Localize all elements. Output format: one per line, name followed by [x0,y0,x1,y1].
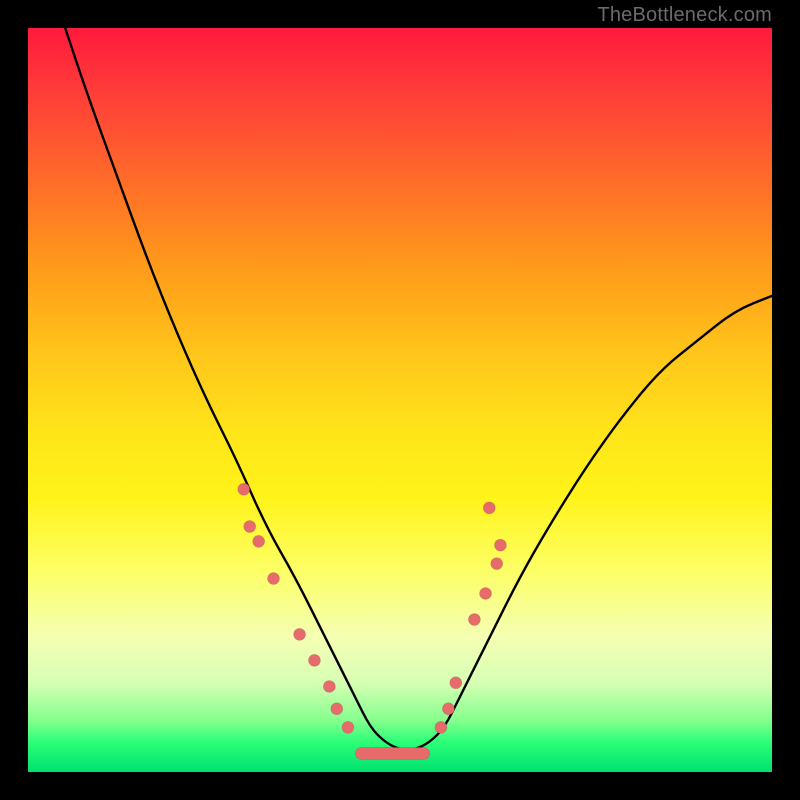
marker-flat-bar [355,747,429,759]
marker-dot [323,680,335,692]
marker-dot [268,573,280,585]
marker-dot [342,721,354,733]
marker-dots-group [238,483,507,733]
chart-plot-area [28,28,772,772]
marker-dot [244,520,256,532]
attribution-text: TheBottleneck.com [597,4,772,27]
marker-dot [294,628,306,640]
marker-dot [442,703,454,715]
marker-dot [308,654,320,666]
bottleneck-curve [65,28,772,750]
marker-dot [480,587,492,599]
marker-dot [491,558,503,570]
marker-dot [331,703,343,715]
chart-svg [28,28,772,772]
marker-dot [450,677,462,689]
marker-dot [253,535,265,547]
marker-dot [468,613,480,625]
marker-dot [238,483,250,495]
marker-dot [435,721,447,733]
marker-dot [483,502,495,514]
marker-dot [494,539,506,551]
